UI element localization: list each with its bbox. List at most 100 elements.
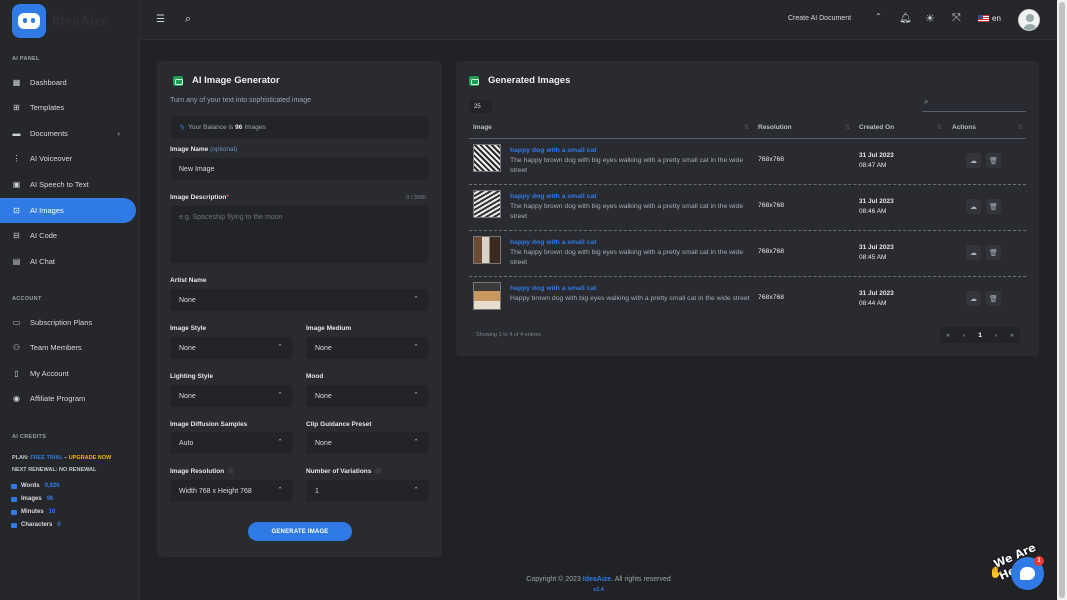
artist-select[interactable]: None ⌃ [170,289,429,311]
info-icon[interactable] [375,468,382,475]
speech-icon: ▣ [12,180,21,189]
download-icon[interactable]: ☁ [966,199,981,214]
page-current-button[interactable]: 1 [972,327,988,343]
upgrade-link[interactable]: UPGRADE NOW [69,455,111,461]
trash-icon[interactable]: 🗑︎ [986,199,1001,214]
samples-select[interactable]: Auto ⌃ [170,432,293,454]
row-date-value: 31 Jul 2023 [859,244,894,251]
theme-toggle-icon[interactable]: ☀ [925,12,935,25]
trash-icon[interactable]: 🗑︎ [986,291,1001,306]
lighting-select[interactable]: None ⌃ [170,385,293,407]
row-resolution: 768x768 [758,202,785,209]
app-logo[interactable] [12,4,46,38]
account-icon: ▯ [14,369,19,378]
menu-toggle-icon[interactable]: ☰ [156,14,165,25]
col-created-on[interactable]: Created On [859,124,894,131]
col-image[interactable]: Image [473,124,492,131]
balance-box: ϟ Your Balance is 96 Images [170,116,429,138]
trash-icon[interactable]: 🗑︎ [986,153,1001,168]
scrollbar-thumb[interactable] [1059,2,1065,598]
pagination: « ‹ 1 › » [940,327,1020,343]
sort-icon[interactable]: ⇅ [845,124,850,131]
row-title-link[interactable]: happy dog with a small cat [510,147,597,154]
generated-image-thumbnail[interactable] [473,190,501,218]
sidebar-item-account[interactable]: ▯ My Account [0,361,136,386]
sidebar-item-code[interactable]: ⊟ AI Code [0,223,136,248]
variations-label: Number of Variations [306,468,382,475]
sidebar-item-label: Dashboard [30,78,67,87]
download-icon[interactable]: ☁ [966,153,981,168]
sidebar-item-label: AI Code [30,231,58,240]
sort-icon[interactable]: ⇅ [1018,124,1023,131]
entries-select[interactable]: 25 [470,100,492,113]
row-date: 31 Jul 2023 08:46 AM [859,197,894,217]
sort-icon[interactable]: ⇅ [744,124,749,131]
voiceover-icon: ⋮ [12,154,21,163]
sidebar-item-speech-to-text[interactable]: ▣ AI Speech to Text [0,172,136,197]
page-scrollbar[interactable] [1057,0,1067,600]
style-select[interactable]: None ⌃ [170,337,293,359]
sidebar-item-subscription[interactable]: ▭ Subscription Plans [0,310,136,335]
download-icon[interactable]: ☁ [966,245,981,260]
page-prev-button[interactable]: ‹ [956,327,972,343]
row-title-link[interactable]: happy dog with a small cat [510,285,597,292]
renewal-line: NEXT RENEWAL: NO RENEWAL [12,467,97,473]
variations-select[interactable]: 1 ⌃ [306,480,429,502]
generated-image-thumbnail[interactable] [473,144,501,172]
clip-select[interactable]: None ⌃ [306,432,429,454]
sidebar-item-chat[interactable]: ▤ AI Chat [0,249,136,274]
sort-icon[interactable]: ⇅ [937,124,942,131]
select-value: None [315,392,332,400]
col-actions: Actions [952,124,976,131]
credit-square-icon [11,483,17,489]
row-title-link[interactable]: happy dog with a small cat [510,239,597,246]
credits-heading: AI CREDITS [12,434,47,440]
sidebar-item-label: Templates [30,103,65,112]
credit-characters: Characters 0 [11,522,61,528]
generated-images-card: Generated Images 25 ⌕ Image ⇅ Resolution… [456,61,1039,356]
page-last-button[interactable]: » [1004,327,1020,343]
chevron-up-icon: ⌃ [277,392,283,399]
footer-brand-link[interactable]: IdeaAize [583,576,611,583]
page-next-button[interactable]: › [988,327,1004,343]
chevron-up-icon: ⌃ [277,487,283,494]
resolution-select[interactable]: Width 768 x Height 768 ⌃ [170,480,293,502]
fullscreen-icon[interactable]: ⤧ [952,12,961,25]
sidebar-item-voiceover[interactable]: ⋮ AI Voiceover [0,146,136,171]
col-resolution[interactable]: Resolution [758,124,792,131]
info-icon[interactable] [228,468,235,475]
sidebar-item-documents[interactable]: ▬ Documents › [0,121,136,146]
search-icon[interactable]: ⌕ [185,13,191,26]
description-textarea[interactable]: e.g. Spaceship flying to the moon [170,206,429,263]
avatar[interactable] [1018,9,1040,31]
download-icon[interactable]: ☁ [966,291,981,306]
row-title-link[interactable]: happy dog with a small cat [510,193,597,200]
row-description: The happy brown dog with big eyes walkin… [510,203,744,220]
select-value: Auto [179,439,194,447]
label-text: Image Name [170,146,209,153]
sidebar-item-dashboard[interactable]: ▦ Dashboard [0,70,136,95]
credit-square-icon [11,496,17,502]
page-first-button[interactable]: « [940,327,956,343]
generate-image-button[interactable]: GENERATE IMAGE [248,522,352,541]
sidebar-item-label: AI Images [30,206,64,215]
sidebar-item-affiliate[interactable]: ◉ Affiliate Program [0,386,136,411]
row-time-value: 08:47 AM [859,162,887,169]
copyright-suffix: . All rights reserved [611,576,671,583]
sidebar-item-templates[interactable]: ⊞ Templates [0,95,136,120]
chevron-up-icon[interactable]: ⌃ [875,12,882,21]
credit-label: Words [21,483,40,489]
trash-icon[interactable]: 🗑︎ [986,245,1001,260]
medium-select[interactable]: None ⌃ [306,337,429,359]
table-search-input[interactable]: ⌕ [922,97,1026,112]
sidebar-item-images[interactable]: ⊡ AI Images [0,198,136,223]
generated-image-thumbnail[interactable] [473,236,501,264]
bell-icon[interactable]: 🔔︎ [899,13,912,24]
language-selector[interactable]: en [978,14,1001,23]
plan-value: FREE TRIAL [30,455,63,461]
generated-image-thumbnail[interactable] [473,282,501,310]
sidebar-item-team[interactable]: ⚇ Team Members [0,335,136,360]
image-name-input[interactable]: New Image [170,158,429,180]
create-document-button[interactable]: Create AI Document [788,15,851,22]
mood-select[interactable]: None ⌃ [306,385,429,407]
